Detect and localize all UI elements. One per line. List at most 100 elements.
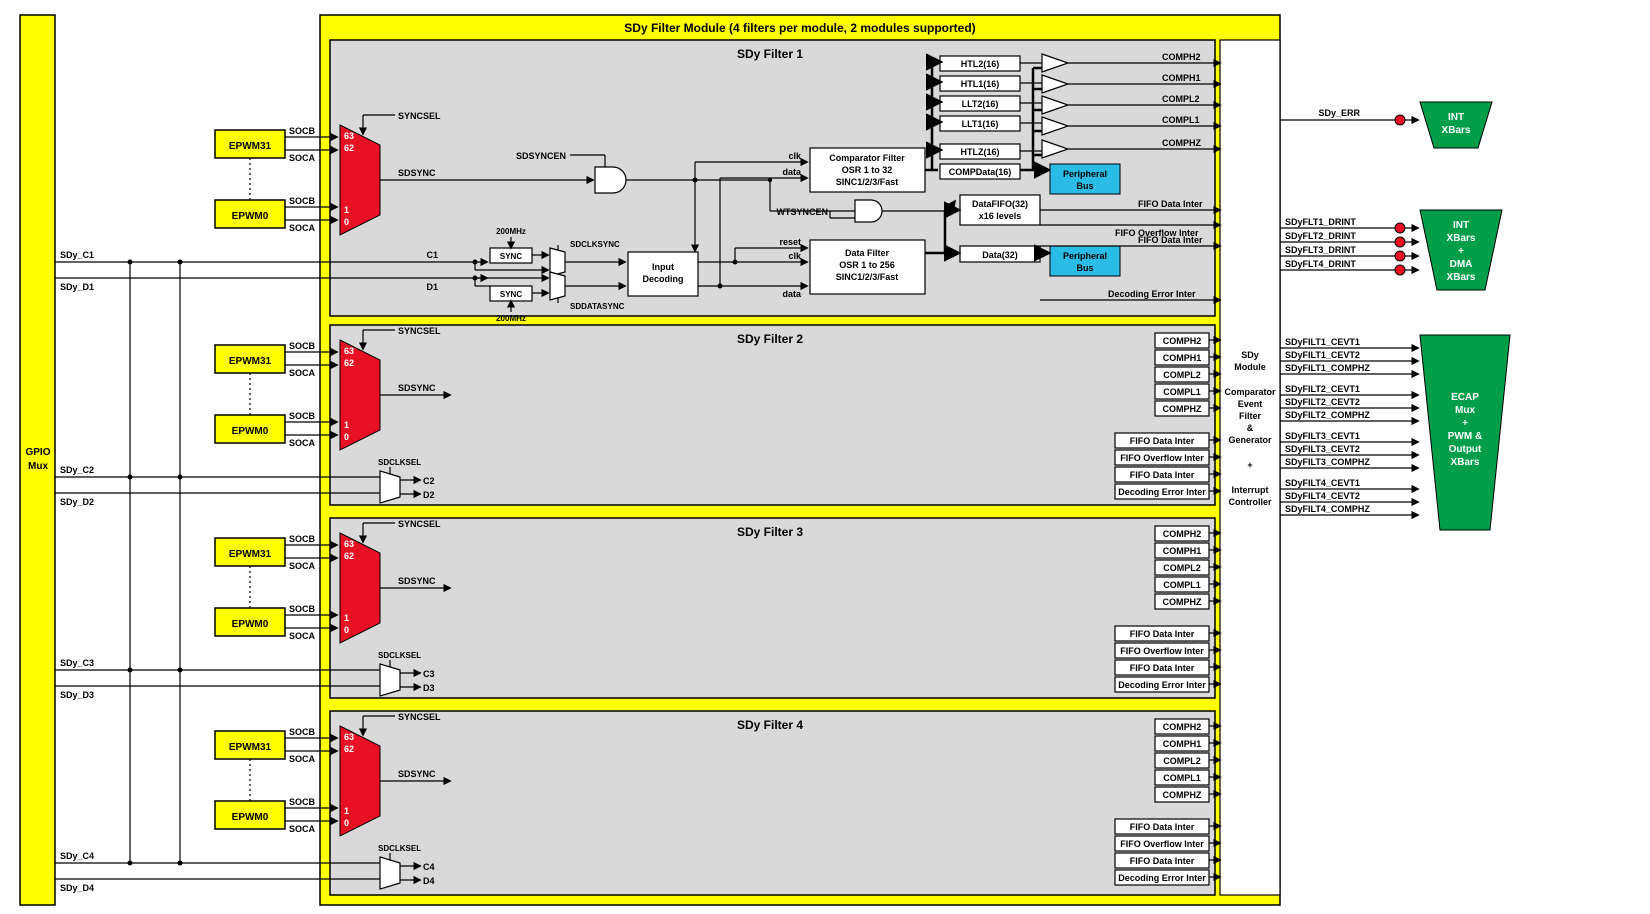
sdy_d1: SDy_D1 — [60, 282, 94, 292]
f1-sdsyncen: SDSYNCEN — [516, 151, 566, 161]
f1-comphz: COMPHZ — [1162, 138, 1201, 148]
f1-htlz: HTLZ(16) — [961, 147, 1000, 157]
f1-fifo2: x16 levels — [979, 211, 1022, 221]
diagram-root: GPIO Mux SDy Filter Module (4 filters pe… — [0, 0, 1650, 914]
f2-c: C2 — [423, 476, 435, 486]
f3-i2: FIFO Overflow Inter — [1120, 646, 1204, 656]
f4-sdclksel: SDCLKSEL — [378, 844, 421, 853]
f1-freq-c: 200MHz — [496, 227, 526, 236]
f1-htl1: HTL1(16) — [961, 79, 1000, 89]
f1-d1lbl: D1 — [426, 282, 438, 292]
gpio-mux-label-1: GPIO — [25, 447, 50, 458]
f4-o4: COMPL1 — [1163, 773, 1201, 783]
event-t7: Generator — [1228, 435, 1272, 445]
f1-cmpf2: OSR 1 to 32 — [842, 165, 893, 175]
f1-pbus2b: Bus — [1076, 263, 1093, 273]
f1-soca-hi: SOCA — [289, 153, 316, 163]
f2-o4: COMPL1 — [1163, 387, 1201, 397]
f4-d: D4 — [423, 876, 435, 886]
f1-comph1: COMPH1 — [1162, 73, 1201, 83]
filter1-title: SDy Filter 1 — [737, 47, 803, 61]
f4-o2: COMPH1 — [1163, 739, 1202, 749]
f1-df-clk: clk — [788, 251, 802, 261]
cevt12: SDyFILT4_COMPHZ — [1285, 504, 1370, 514]
f2-i4: Decoding Error Inter — [1118, 487, 1206, 497]
f1-pbus2a: Peripheral — [1063, 251, 1107, 261]
f1-soca-lo: SOCA — [289, 223, 316, 233]
f1-df2: OSR 1 to 256 — [839, 260, 895, 270]
cevt4: SDyFILT2_CEVT1 — [1285, 384, 1360, 394]
filter-1-block: SDy Filter 1 EPWM31 EPWM0 SOCB SOCA SOCB… — [55, 40, 1220, 323]
f3-o3: COMPL2 — [1163, 563, 1201, 573]
f1-fifo1: DataFIFO(32) — [972, 199, 1028, 209]
intdma-e: XBars — [1447, 272, 1476, 283]
f4-sdsync: SDSYNC — [398, 769, 436, 779]
f4-soca-hi: SOCA — [289, 754, 316, 764]
f1-indec2: Decoding — [642, 274, 683, 284]
f4-socb-hi: SOCB — [289, 727, 316, 737]
intdma-c: + — [1458, 246, 1464, 257]
drint3: SDyFLT3_DRINT — [1285, 245, 1356, 255]
f2-o3: COMPL2 — [1163, 370, 1201, 380]
f4-mux62: 62 — [344, 744, 354, 754]
gpio-mux-label-2: Mux — [28, 461, 48, 472]
f3-epwm-hi: EPWM31 — [229, 549, 272, 560]
ecap-d: PWM & — [1448, 431, 1482, 442]
f1-socb-hi: SOCB — [289, 126, 316, 136]
sdy_d3: SDy_D3 — [60, 690, 94, 700]
filter2-title: SDy Filter 2 — [737, 332, 803, 346]
f2-epwm-hi: EPWM31 — [229, 356, 272, 367]
event-t2: Module — [1234, 362, 1266, 372]
f2-o5: COMPHZ — [1163, 404, 1202, 414]
f1-sddatasync: SDDATASYNC — [570, 302, 625, 311]
sdy_d4: SDy_D4 — [60, 883, 94, 893]
f4-mux1: 1 — [344, 806, 349, 816]
f1-compdata: COMPData(16) — [949, 167, 1012, 177]
f3-epwm-lo: EPWM0 — [232, 619, 269, 630]
f1-indec1: Input — [652, 262, 674, 272]
f3-soca-lo: SOCA — [289, 631, 316, 641]
f3-mux63: 63 — [344, 539, 354, 549]
f4-epwm-lo: EPWM0 — [232, 812, 269, 823]
f4-i4: Decoding Error Inter — [1118, 873, 1206, 883]
f1-sync-d: SYNC — [500, 290, 522, 299]
cevt9: SDyFILT3_COMPHZ — [1285, 457, 1370, 467]
f1-llt2: LLT2(16) — [962, 99, 999, 109]
cevt10: SDyFILT4_CEVT1 — [1285, 478, 1360, 488]
drint-group: SDyFLT1_DRINT SDyFLT2_DRINT SDyFLT3_DRIN… — [1280, 217, 1418, 275]
filter4-title: SDy Filter 4 — [737, 718, 803, 732]
sdy_c3: SDy_C3 — [60, 658, 94, 668]
intxb-1a: INT — [1448, 112, 1464, 123]
f1-fi2: FIFO Data Inter — [1138, 235, 1203, 245]
event-t5: Filter — [1239, 411, 1262, 421]
sdy-err: SDy_ERR — [1318, 108, 1360, 118]
intxb-1b: XBars — [1442, 125, 1471, 136]
sdy_c1: SDy_C1 — [60, 250, 94, 260]
f3-i3: FIFO Data Inter — [1130, 663, 1195, 673]
ecap-b: Mux — [1455, 405, 1475, 416]
cevt2: SDyFILT1_CEVT2 — [1285, 350, 1360, 360]
cevt11: SDyFILT4_CEVT2 — [1285, 491, 1360, 501]
f2-o2: COMPH1 — [1163, 353, 1202, 363]
f1-data32: Data(32) — [982, 250, 1018, 260]
f1-freq-d: 200MHz — [496, 314, 526, 323]
f3-o2: COMPH1 — [1163, 546, 1202, 556]
f1-mux-62: 62 — [344, 143, 354, 153]
f3-syncsel: SYNCSEL — [398, 519, 441, 529]
f4-soca-lo: SOCA — [289, 824, 316, 834]
f3-o5: COMPHZ — [1163, 597, 1202, 607]
f2-socb-hi: SOCB — [289, 341, 316, 351]
f1-socb-lo: SOCB — [289, 196, 316, 206]
filter3-title: SDy Filter 3 — [737, 525, 803, 539]
f1-sdsync: SDSYNC — [398, 168, 436, 178]
drint2: SDyFLT2_DRINT — [1285, 231, 1356, 241]
f3-i1: FIFO Data Inter — [1130, 629, 1195, 639]
f2-mux63: 63 — [344, 346, 354, 356]
f1-df-data: data — [782, 289, 802, 299]
sdy_d2: SDy_D2 — [60, 497, 94, 507]
cevt5: SDyFILT2_CEVT2 — [1285, 397, 1360, 407]
f2-mux1: 1 — [344, 420, 349, 430]
cevt8: SDyFILT3_CEVT2 — [1285, 444, 1360, 454]
f2-mux0: 0 — [344, 432, 349, 442]
drint4: SDyFLT4_DRINT — [1285, 259, 1356, 269]
